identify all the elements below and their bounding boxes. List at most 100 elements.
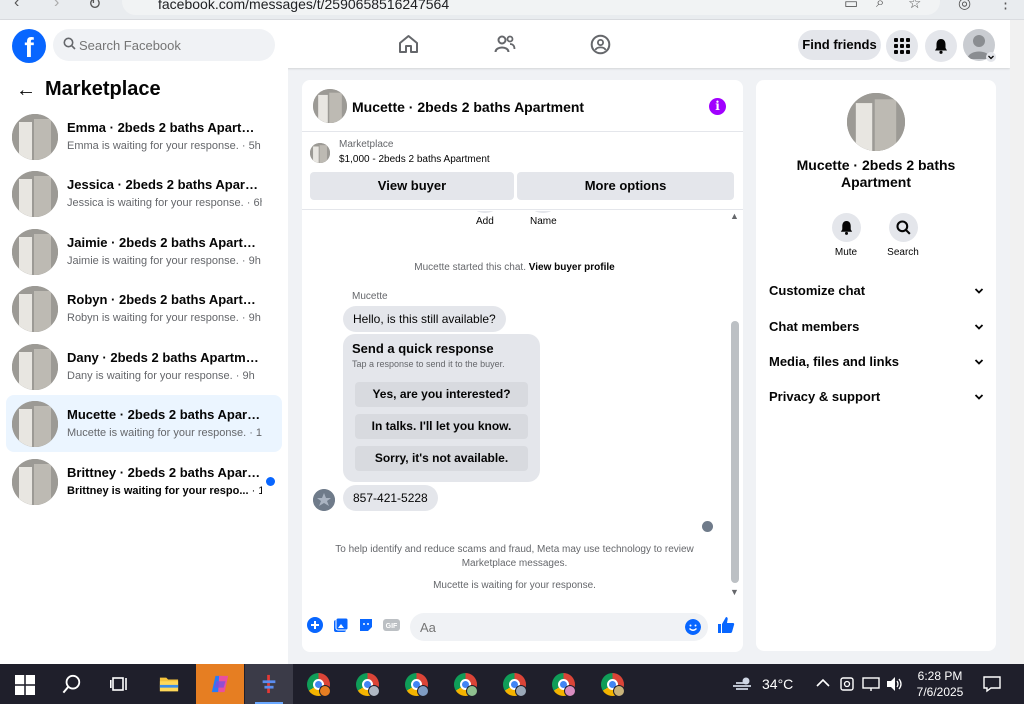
chrome-profile-button[interactable] <box>441 664 489 704</box>
add-label[interactable]: Add <box>476 216 494 227</box>
conversation-status: Emma is waiting for your response. · 5h <box>67 140 261 152</box>
name-label[interactable]: Name <box>530 216 557 227</box>
listing-thumbnail <box>12 114 58 160</box>
scroll-thumb[interactable] <box>731 321 739 583</box>
chat-thumbnail[interactable] <box>313 89 347 123</box>
notification-center-icon[interactable] <box>983 675 1001 693</box>
folder-icon <box>159 677 179 692</box>
scroll-up-icon[interactable]: ▲ <box>730 211 739 221</box>
page-scrollbar[interactable] <box>1010 20 1024 664</box>
chrome-profile-button[interactable] <box>343 664 391 704</box>
browser-menu-icon[interactable]: ⋮ <box>998 0 1013 12</box>
back-arrow-icon[interactable]: ‹ <box>14 0 19 12</box>
address-bar[interactable]: facebook.com/messages/t/2590658516247564 <box>122 0 940 15</box>
meet-now-icon[interactable] <box>839 676 855 692</box>
forward-arrow-icon[interactable]: › <box>54 0 59 12</box>
chat-members-section[interactable]: Chat members <box>769 319 984 339</box>
taskbar-search-button[interactable] <box>48 664 96 704</box>
chrome-profile-button[interactable] <box>392 664 440 704</box>
emoji-icon[interactable] <box>685 619 701 635</box>
home-icon[interactable] <box>398 34 419 54</box>
menu-grid-button[interactable] <box>886 30 918 62</box>
find-friends-button[interactable]: Find friends <box>798 30 881 60</box>
conversation-item[interactable]: Jessica · 2beds 2 baths Apartment Jessic… <box>6 165 282 222</box>
conversation-item-unread[interactable]: Brittney · 2beds 2 baths Apartme... Brit… <box>6 453 282 510</box>
profile-badge-icon <box>564 685 576 697</box>
search-circle[interactable] <box>889 213 918 242</box>
thumbs-up-icon[interactable] <box>717 616 735 634</box>
scroll-down-icon[interactable]: ▼ <box>730 587 739 597</box>
friends-icon[interactable] <box>494 34 516 54</box>
mute-circle[interactable] <box>832 213 861 242</box>
bookmark-star-icon[interactable]: ☆ <box>908 0 921 12</box>
plus-icon[interactable] <box>307 617 323 633</box>
chrome-profile-button[interactable] <box>490 664 538 704</box>
privacy-support-section[interactable]: Privacy & support <box>769 389 984 409</box>
profile-shortcut[interactable] <box>528 211 558 213</box>
message-composer: GIF <box>302 610 743 644</box>
listing-photo[interactable] <box>847 93 905 151</box>
profile-icon[interactable]: ◎ <box>958 0 971 12</box>
details-title: Mucette · 2beds 2 baths Apartment <box>796 157 956 190</box>
groups-icon[interactable] <box>590 34 611 55</box>
page-title: Marketplace <box>45 78 161 100</box>
chat-title[interactable]: Mucette · 2beds 2 baths Apartment <box>352 99 584 115</box>
search-input[interactable] <box>79 29 269 61</box>
notifications-button[interactable] <box>925 30 957 62</box>
install-icon[interactable]: ▭ <box>844 0 858 12</box>
quick-response-option[interactable]: Yes, are you interested? <box>355 382 528 407</box>
conversation-item[interactable]: Jaimie · 2beds 2 baths Apartment Jaimie … <box>6 223 282 280</box>
conversation-item-selected[interactable]: Mucette · 2beds 2 baths Apartment Mucett… <box>6 395 282 452</box>
back-arrow-icon[interactable]: ← <box>16 79 36 102</box>
sender-avatar[interactable] <box>313 489 335 511</box>
thread-scrollbar[interactable]: ▲ ▼ <box>730 211 740 605</box>
view-buyer-button[interactable]: View buyer <box>310 172 514 200</box>
sticker-icon[interactable] <box>358 617 374 633</box>
conversation-item[interactable]: Robyn · 2beds 2 baths Apartment Robyn is… <box>6 280 282 337</box>
photo-icon[interactable] <box>333 617 349 633</box>
search-icon <box>896 220 911 235</box>
section-label: Media, files and links <box>769 354 900 369</box>
quick-response-option[interactable]: Sorry, it's not available. <box>355 446 528 471</box>
quick-response-option[interactable]: In talks. I'll let you know. <box>355 414 528 439</box>
copilot-button[interactable] <box>196 664 244 704</box>
chrome-profile-button[interactable] <box>539 664 587 704</box>
zoom-icon[interactable]: ⌕ <box>876 0 884 11</box>
url-text: facebook.com/messages/t/2590658516247564 <box>158 0 450 12</box>
chrome-profile-button[interactable] <box>294 664 342 704</box>
search-box[interactable] <box>53 29 275 61</box>
conversation-item[interactable]: Dany · 2beds 2 baths Apartment Dany is w… <box>6 338 282 395</box>
chat-header: Mucette · 2beds 2 baths Apartment i <box>302 80 743 132</box>
chevron-up-icon[interactable] <box>816 678 830 688</box>
view-buyer-profile-link[interactable]: View buyer profile <box>529 262 615 273</box>
profile-shortcut[interactable] <box>470 211 500 213</box>
media-files-links-section[interactable]: Media, files and links <box>769 354 984 374</box>
more-options-button[interactable]: More options <box>517 172 734 200</box>
weather-icon[interactable] <box>730 675 754 693</box>
info-icon[interactable]: i <box>709 98 726 115</box>
account-chevron-icon[interactable] <box>986 52 996 62</box>
pinned-app-button[interactable] <box>245 664 293 704</box>
chrome-profile-button[interactable] <box>588 664 636 704</box>
conversation-item[interactable]: Emma · 2beds 2 baths Apartment Emma is w… <box>6 108 282 165</box>
weather-temperature[interactable]: 34°C <box>762 676 793 692</box>
volume-icon[interactable] <box>886 676 904 692</box>
chevron-down-icon <box>974 324 984 330</box>
message-input-box[interactable] <box>410 613 708 641</box>
conversation-name: Jaimie · 2beds 2 baths Apartment <box>67 235 262 250</box>
listing-summary[interactable]: Marketplace $1,000 - 2beds 2 baths Apart… <box>302 133 743 171</box>
conversation-name: Dany · 2beds 2 baths Apartment <box>67 350 262 365</box>
incoming-message[interactable]: 857-421-5228 <box>343 485 438 511</box>
customize-chat-section[interactable]: Customize chat <box>769 283 984 303</box>
reload-icon[interactable]: ↻ <box>88 0 101 14</box>
start-button[interactable] <box>0 664 48 704</box>
incoming-message[interactable]: Hello, is this still available? <box>343 306 506 332</box>
task-view-button[interactable] <box>96 664 144 704</box>
network-icon[interactable] <box>862 676 880 692</box>
chat-details-panel: Mucette · 2beds 2 baths Apartment Mute S… <box>756 80 996 651</box>
gif-icon[interactable]: GIF <box>383 617 400 633</box>
taskbar-clock[interactable]: 6:28 PM 7/6/2025 <box>908 668 972 700</box>
message-input[interactable] <box>420 613 670 641</box>
file-explorer-button[interactable] <box>146 664 194 704</box>
facebook-logo-icon[interactable]: f <box>12 29 46 63</box>
